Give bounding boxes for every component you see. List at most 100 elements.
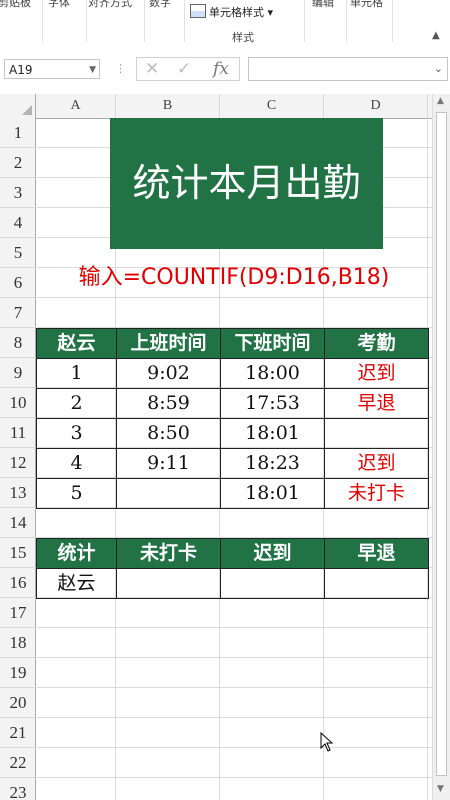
attendance-cell-a[interactable]: 2 (36, 388, 117, 419)
formula-buttons: ✕ ✓ fx (136, 57, 240, 81)
row-header-7[interactable]: 7 (0, 298, 36, 328)
chevron-down-icon[interactable]: ⌄ (434, 62, 443, 75)
attendance-cell-b[interactable]: 9:11 (116, 448, 221, 479)
attendance-cell-c[interactable]: 17:53 (220, 388, 325, 419)
ribbon-group-font[interactable]: 字体 (42, 0, 87, 42)
ribbon-group-label: 编辑 (312, 0, 334, 9)
row-header-10[interactable]: 10 (0, 388, 36, 418)
fx-icon[interactable]: fx (213, 58, 229, 80)
attendance-header-cell-c[interactable]: 下班时间 (220, 328, 325, 359)
ribbon-group-styles-label: 样式 (232, 31, 254, 44)
attendance-header-cell-d[interactable]: 考勤 (324, 328, 429, 359)
attendance-cell-d[interactable]: 未打卡 (324, 478, 429, 509)
sheet-title: 统计本月出勤 (110, 118, 383, 249)
cell-styles-icon (190, 4, 206, 18)
row-header-19[interactable]: 19 (0, 658, 36, 688)
gridline-row (36, 687, 432, 688)
row-header-15[interactable]: 15 (0, 538, 36, 568)
attendance-cell-a[interactable]: 1 (36, 358, 117, 389)
summary-header-cell-d[interactable]: 早退 (324, 538, 429, 569)
summary-cell-c[interactable] (220, 568, 325, 599)
attendance-cell-b[interactable]: 9:02 (116, 358, 221, 389)
ribbon-group-cells[interactable]: 编辑 (304, 0, 347, 42)
ribbon-group-number[interactable]: 数字 (144, 0, 185, 42)
attendance-cell-d[interactable]: 早退 (324, 388, 429, 419)
ribbon-group-label: 剪贴板 (0, 0, 31, 9)
x-icon[interactable]: ✕ (145, 58, 159, 80)
select-all-corner[interactable] (0, 94, 36, 118)
row-header-12[interactable]: 12 (0, 448, 36, 478)
row-header-11[interactable]: 11 (0, 418, 36, 448)
mouse-pointer-icon (320, 732, 334, 752)
row-header-16[interactable]: 16 (0, 568, 36, 598)
attendance-cell-b[interactable]: 8:59 (116, 388, 221, 419)
attendance-header-cell-b[interactable]: 上班时间 (116, 328, 221, 359)
gridline-row (36, 747, 432, 748)
attendance-cell-c[interactable]: 18:01 (220, 478, 325, 509)
scroll-up-icon[interactable]: ▲ (437, 96, 444, 106)
summary-cell-a[interactable]: 赵云 (36, 568, 117, 599)
row-header-13[interactable]: 13 (0, 478, 36, 508)
column-header-d[interactable]: D (324, 94, 428, 118)
scrollbar-thumb[interactable] (436, 112, 447, 776)
row-header-2[interactable]: 2 (0, 148, 36, 178)
attendance-cell-d[interactable]: 迟到 (324, 448, 429, 479)
row-header-1[interactable]: 1 (0, 118, 36, 148)
ribbon-group-clipboard[interactable]: 剪贴板 (0, 0, 43, 42)
column-header-a[interactable]: A (36, 94, 116, 118)
summary-header-cell-c[interactable]: 迟到 (220, 538, 325, 569)
gridline-row (36, 717, 432, 718)
chevron-down-icon: ▾ (264, 6, 274, 19)
row-header-3[interactable]: 3 (0, 178, 36, 208)
scroll-down-icon[interactable]: ▼ (437, 784, 444, 794)
attendance-cell-c[interactable]: 18:01 (220, 418, 325, 449)
row-header-18[interactable]: 18 (0, 628, 36, 658)
attendance-cell-c[interactable]: 18:23 (220, 448, 325, 479)
row-header-20[interactable]: 20 (0, 688, 36, 718)
ribbon-group-label: 单元格 (350, 0, 383, 9)
summary-header-cell-b[interactable]: 未打卡 (116, 538, 221, 569)
formula-bar: A19 ▼ ⋮ ✕ ✓ fx ⌄ (0, 48, 450, 90)
row-header-4[interactable]: 4 (0, 208, 36, 238)
row-header-14[interactable]: 14 (0, 508, 36, 538)
attendance-cell-d[interactable]: 迟到 (324, 358, 429, 389)
attendance-cell-a[interactable]: 4 (36, 448, 117, 479)
summary-cell-b[interactable] (116, 568, 221, 599)
row-header-23[interactable]: 23 (0, 778, 36, 800)
attendance-cell-a[interactable]: 5 (36, 478, 117, 509)
row-header-17[interactable]: 17 (0, 598, 36, 628)
ribbon-group-label: 对齐方式 (88, 0, 132, 9)
attendance-header-cell-a[interactable]: 赵云 (36, 328, 117, 359)
attendance-cell-d[interactable] (324, 418, 429, 449)
vertical-scrollbar[interactable]: ▲ ▼ (432, 94, 450, 800)
formula-input[interactable]: ⌄ (248, 57, 448, 81)
ribbon: 剪贴板 字体 对齐方式 数字 单元格样式 ▾ 样式 编辑 单元格 ▲ (0, 0, 450, 49)
attendance-cell-c[interactable]: 18:00 (220, 358, 325, 389)
summary-cell-d[interactable] (324, 568, 429, 599)
row-headers: 1 2 3 4 5 6 7 8 9 10 11 12 13 14 15 16 17 18 19 20 21 22 23 (0, 118, 36, 800)
ribbon-group-alignment[interactable]: 对齐方式 (86, 0, 145, 42)
attendance-cell-a[interactable]: 3 (36, 418, 117, 449)
row-header-8[interactable]: 8 (0, 328, 36, 358)
chevron-down-icon[interactable]: ▼ (89, 60, 96, 80)
row-header-21[interactable]: 21 (0, 718, 36, 748)
row-header-6[interactable]: 6 (0, 268, 36, 298)
name-box[interactable]: A19 ▼ (4, 59, 100, 79)
name-box-value: A19 (9, 63, 33, 77)
attendance-cell-b[interactable] (116, 478, 221, 509)
ribbon-group-label: 字体 (48, 0, 70, 9)
cell-styles-label: 单元格样式 (209, 6, 264, 19)
attendance-cell-b[interactable]: 8:50 (116, 418, 221, 449)
more-options-icon[interactable]: ⋮ (115, 62, 126, 75)
check-icon[interactable]: ✓ (177, 58, 191, 80)
row-header-5[interactable]: 5 (0, 238, 36, 268)
collapse-ribbon-icon[interactable]: ▲ (432, 30, 440, 41)
gridline-row (36, 777, 432, 778)
column-header-c[interactable]: C (220, 94, 324, 118)
cell-styles-button[interactable]: 单元格样式 ▾ (190, 4, 273, 20)
row-header-9[interactable]: 9 (0, 358, 36, 388)
column-header-b[interactable]: B (116, 94, 220, 118)
ribbon-group-editing[interactable]: 单元格 (346, 0, 393, 42)
summary-header-cell-a[interactable]: 统计 (36, 538, 117, 569)
row-header-22[interactable]: 22 (0, 748, 36, 778)
